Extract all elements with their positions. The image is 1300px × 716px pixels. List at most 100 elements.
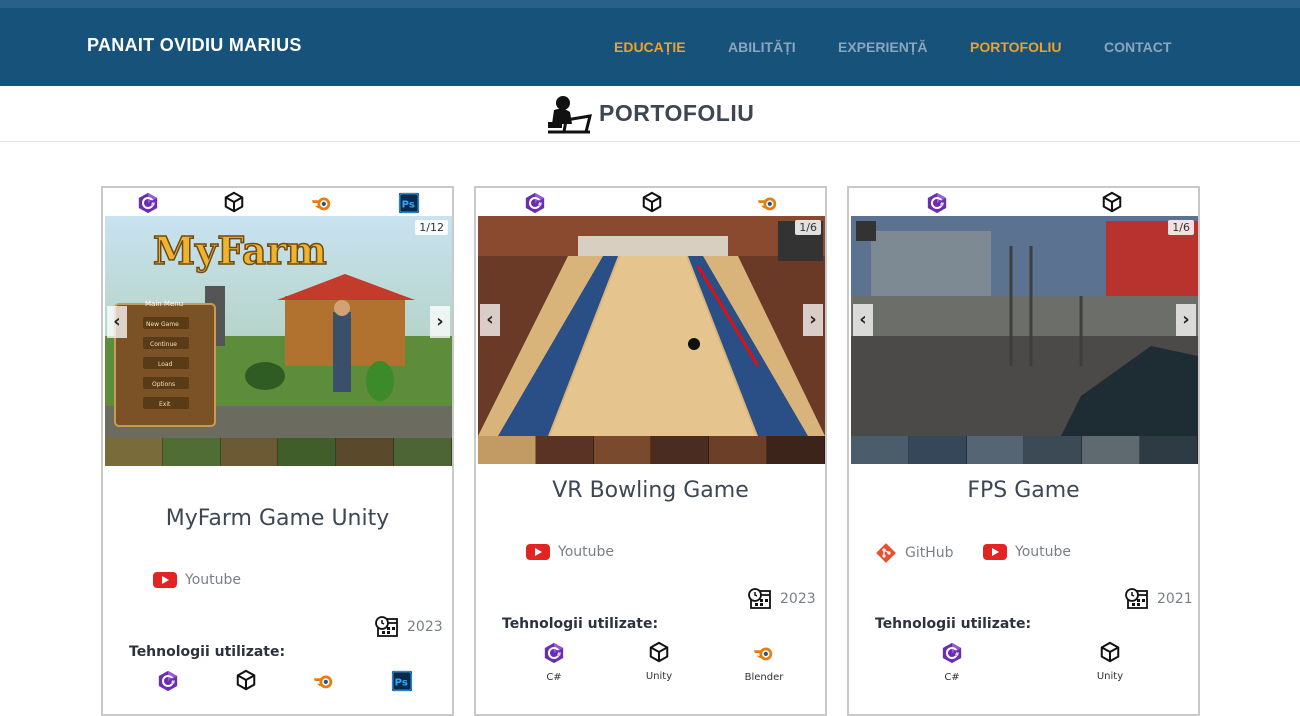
github-icon <box>876 543 896 563</box>
card-title: VR Bowling Game <box>552 478 749 503</box>
next-arrow-button[interactable]: › <box>803 304 823 336</box>
unity-icon <box>223 191 245 213</box>
tech-item-photoshop <box>367 670 437 696</box>
slide-counter: 1/6 <box>795 220 821 235</box>
blender-icon <box>313 670 335 692</box>
thumbnail[interactable] <box>220 438 279 466</box>
tech-item-unity: Unity <box>1075 641 1145 682</box>
thumbnail-strip[interactable] <box>105 438 452 466</box>
nav-item-educatie[interactable]: EDUCAȚIE <box>614 39 686 55</box>
image-carousel[interactable]: 1/6 ‹ › <box>851 216 1198 464</box>
card-title: FPS Game <box>967 478 1080 503</box>
csharp-icon <box>137 192 159 214</box>
svg-text:New Game: New Game <box>146 321 179 328</box>
tech-label: Tehnologii utilizate: <box>129 644 286 660</box>
youtube-icon <box>526 544 550 560</box>
screenshot-bowling <box>478 216 825 436</box>
tech-item-blender: Blender <box>729 642 799 683</box>
tech-item-csharp <box>133 670 203 696</box>
next-arrow-button[interactable]: › <box>1176 304 1196 336</box>
screenshot-fps <box>851 216 1198 436</box>
thumbnail[interactable] <box>478 436 536 464</box>
photoshop-icon <box>391 670 413 692</box>
thumbnail[interactable] <box>1082 436 1141 464</box>
youtube-link[interactable]: Youtube <box>153 572 241 588</box>
blender-icon <box>311 192 333 214</box>
prev-arrow-button[interactable]: ‹ <box>107 306 127 338</box>
project-year: 2023 <box>748 588 816 610</box>
svg-text:Main Menu: Main Menu <box>145 300 183 308</box>
youtube-icon <box>983 544 1007 560</box>
project-card-vr-bowling: 1/6 ‹ › VR Bowling Game Youtube 2023 Teh… <box>474 186 827 716</box>
youtube-link[interactable]: Youtube <box>526 544 614 560</box>
tech-item-unity <box>211 669 281 695</box>
svg-text:Exit: Exit <box>159 401 171 408</box>
photoshop-icon <box>398 192 420 214</box>
thumbnail-strip[interactable] <box>851 436 1198 464</box>
csharp-icon <box>543 642 565 664</box>
unity-icon <box>1101 191 1123 213</box>
thumbnail[interactable] <box>105 438 163 466</box>
thumbnail[interactable] <box>336 438 395 466</box>
section-header: PORTOFOLIU <box>0 86 1300 142</box>
thumbnail[interactable] <box>1024 436 1083 464</box>
svg-text:Continue: Continue <box>150 341 177 348</box>
thumbnail-strip[interactable] <box>478 436 825 464</box>
calendar-clock-icon <box>1125 588 1148 609</box>
tech-item-blender <box>289 670 359 696</box>
nav-item-abilitati[interactable]: ABILITĂȚI <box>728 39 796 55</box>
project-year: 2021 <box>1125 588 1193 610</box>
tech-item-csharp: C# <box>519 642 589 683</box>
next-arrow-button[interactable]: › <box>430 306 450 338</box>
top-navbar: PANAIT OVIDIU MARIUS EDUCAȚIE ABILITĂȚI … <box>0 0 1300 86</box>
thumbnail[interactable] <box>278 438 337 466</box>
blender-icon <box>757 192 779 214</box>
project-card-fps: 1/6 ‹ › FPS Game GitHub Youtube 2021 Teh… <box>847 186 1200 716</box>
unity-icon <box>648 641 670 663</box>
calendar-clock-icon <box>375 616 398 637</box>
thumbnail[interactable] <box>908 436 967 464</box>
csharp-icon <box>941 642 963 664</box>
blender-icon <box>753 642 775 664</box>
section-title: PORTOFOLIU <box>599 100 755 126</box>
youtube-icon <box>153 572 177 588</box>
csharp-icon <box>157 670 179 692</box>
image-carousel[interactable]: 1/6 ‹ › <box>478 216 825 464</box>
site-brand[interactable]: PANAIT OVIDIU MARIUS <box>87 35 302 56</box>
tech-icons-row <box>103 188 452 216</box>
thumbnail[interactable] <box>966 436 1025 464</box>
thumbnail[interactable] <box>651 436 710 464</box>
person-laptop-icon <box>548 96 592 134</box>
project-card-myfarm: MyFarm Main Menu New Game Continue Load … <box>101 186 454 716</box>
unity-icon <box>235 669 257 691</box>
nav-item-experienta[interactable]: EXPERIENȚĂ <box>838 39 927 55</box>
prev-arrow-button[interactable]: ‹ <box>480 304 500 336</box>
slide-counter: 1/12 <box>415 220 448 235</box>
slide-counter: 1/6 <box>1168 220 1194 235</box>
thumbnail[interactable] <box>709 436 768 464</box>
csharp-icon <box>524 192 546 214</box>
thumbnail[interactable] <box>593 436 652 464</box>
thumbnail[interactable] <box>851 436 909 464</box>
nav-item-portofoliu[interactable]: PORTOFOLIU <box>970 39 1062 55</box>
thumbnail[interactable] <box>1140 436 1198 464</box>
github-link[interactable]: GitHub <box>875 542 954 564</box>
thumbnail[interactable] <box>767 436 825 464</box>
tech-label: Tehnologii utilizate: <box>875 616 1032 632</box>
screenshot-myfarm: MyFarm Main Menu New Game Continue Load … <box>105 216 452 438</box>
svg-text:Load: Load <box>158 361 173 368</box>
youtube-link[interactable]: Youtube <box>983 544 1071 560</box>
project-year: 2023 <box>375 616 443 638</box>
tech-icons-row <box>476 188 825 216</box>
calendar-clock-icon <box>748 588 771 609</box>
tech-item-unity: Unity <box>624 641 694 682</box>
thumbnail[interactable] <box>535 436 594 464</box>
nav-item-contact[interactable]: CONTACT <box>1104 39 1171 55</box>
image-carousel[interactable]: MyFarm Main Menu New Game Continue Load … <box>105 216 452 466</box>
prev-arrow-button[interactable]: ‹ <box>853 304 873 336</box>
csharp-icon <box>926 192 948 214</box>
tech-item-csharp: C# <box>917 642 987 683</box>
thumbnail[interactable] <box>162 438 221 466</box>
thumbnail[interactable] <box>394 438 452 466</box>
tech-label: Tehnologii utilizate: <box>502 616 659 632</box>
